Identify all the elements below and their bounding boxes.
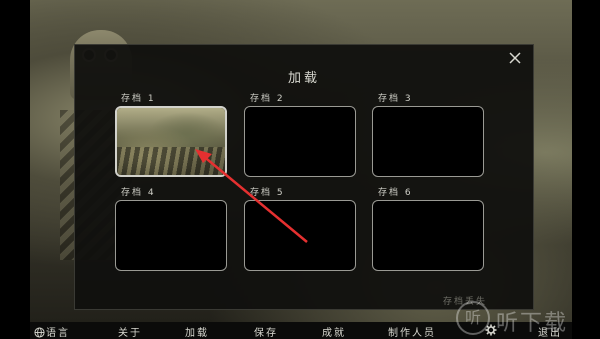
slot-empty-frame[interactable] [372,200,484,271]
save-slot-6[interactable]: 存档 6 [372,187,484,271]
about-button[interactable]: 关于 [118,324,142,339]
load-dialog: 加载 存档 1 存档 2 存档 3 存档 4 存档 5 存档 6 存档丢失 [74,44,534,310]
load-button[interactable]: 加载 [185,324,209,339]
slot-label: 存档 3 [378,94,413,104]
save-slot-5[interactable]: 存档 5 [244,187,356,271]
watermark-text: 听下载 [496,311,569,336]
slot-empty-frame[interactable] [244,200,356,271]
save-slot-2[interactable]: 存档 2 [244,93,356,177]
slot-empty-frame[interactable] [115,200,227,271]
dialog-title: 加载 [287,71,320,86]
watermark: 听 听下载 [456,299,596,337]
language-button[interactable]: 语言 [34,324,70,339]
slot-label: 存档 1 [121,94,156,104]
language-label: 语言 [46,328,70,339]
save-screenshot [117,108,225,175]
slot-label: 存档 4 [121,188,156,198]
watermark-logo: 听 [456,301,490,335]
globe-icon [34,327,45,338]
close-button[interactable] [507,50,523,66]
slot-label: 存档 6 [378,188,413,198]
slot-thumbnail[interactable] [115,106,227,177]
close-icon [509,52,521,64]
slot-label: 存档 2 [250,94,285,104]
slot-label: 存档 5 [250,188,285,198]
save-slot-4[interactable]: 存档 4 [115,187,227,271]
slot-empty-frame[interactable] [244,106,356,177]
slot-empty-frame[interactable] [372,106,484,177]
save-slot-1[interactable]: 存档 1 [115,93,227,177]
credits-button[interactable]: 制作人员 [388,324,436,339]
achievements-button[interactable]: 成就 [322,324,346,339]
save-button[interactable]: 保存 [254,324,278,339]
save-slot-3[interactable]: 存档 3 [372,93,484,177]
